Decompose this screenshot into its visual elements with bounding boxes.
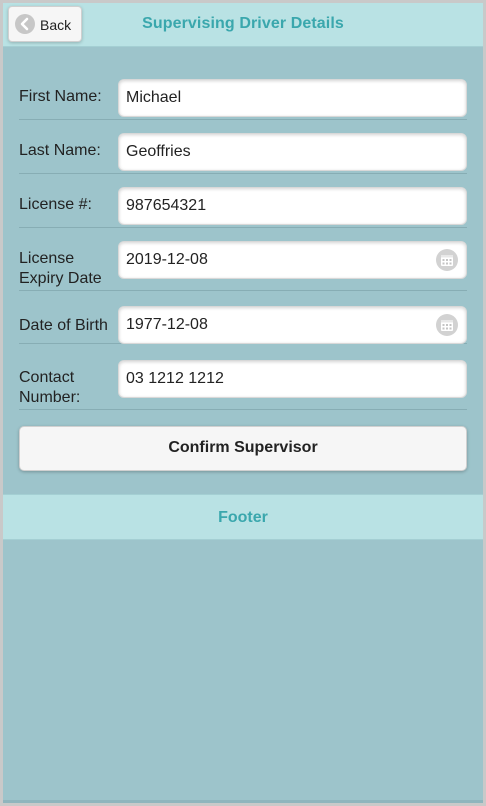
first-name-value: Michael [126, 89, 182, 106]
bottom-edge [3, 800, 483, 803]
last-name-field[interactable]: Geoffries [118, 133, 467, 171]
last-name-row: Last Name: Geoffries [19, 133, 467, 174]
contact-label-line1: Contact [19, 369, 75, 386]
confirm-supervisor-button[interactable]: Confirm Supervisor [19, 426, 467, 471]
dob-field[interactable]: 1977-12-08 [118, 306, 467, 344]
first-name-field[interactable]: Michael [118, 79, 467, 117]
first-name-row: First Name: Michael [19, 79, 467, 120]
dob-value: 1977-12-08 [126, 316, 208, 333]
license-row: License #: 987654321 [19, 187, 467, 228]
license-value: 987654321 [126, 197, 207, 214]
license-expiry-label: License Expiry Date [19, 249, 102, 289]
license-expiry-row: License Expiry Date 2019-12-08 [19, 241, 467, 291]
license-expiry-field[interactable]: 2019-12-08 [118, 241, 467, 279]
license-expiry-value: 2019-12-08 [126, 251, 208, 268]
header-bar: Back Supervising Driver Details [3, 3, 483, 47]
first-name-label: First Name: [19, 88, 102, 105]
license-expiry-label-line2: Expiry Date [19, 270, 102, 287]
contact-label-line2: Number: [19, 389, 81, 406]
dob-label: Date of Birth [19, 317, 108, 334]
footer-bar: Footer [3, 494, 483, 540]
dob-row: Date of Birth 1977-12-08 [19, 306, 467, 344]
contact-field[interactable]: 03 1212 1212 [118, 360, 467, 398]
calendar-icon[interactable] [436, 249, 458, 271]
app-screen: Back Supervising Driver Details First Na… [3, 3, 483, 803]
calendar-icon[interactable] [436, 314, 458, 336]
contact-label: Contact Number: [19, 368, 80, 408]
page-title: Supervising Driver Details [142, 15, 344, 32]
last-name-value: Geoffries [126, 143, 191, 160]
contact-row: Contact Number: 03 1212 1212 [19, 360, 467, 410]
last-name-label: Last Name: [19, 142, 101, 159]
license-label: License #: [19, 196, 92, 213]
contact-value: 03 1212 1212 [126, 370, 224, 387]
license-field[interactable]: 987654321 [118, 187, 467, 225]
license-expiry-label-line1: License [19, 250, 75, 267]
footer-title: Footer [218, 509, 268, 526]
